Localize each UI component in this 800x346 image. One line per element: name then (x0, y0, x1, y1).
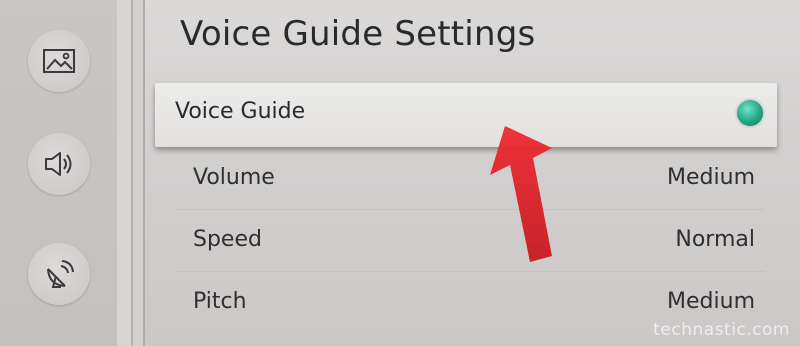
picture-menu-button[interactable] (28, 30, 90, 92)
pitch-value: Medium (667, 289, 755, 314)
broadcast-icon (47, 260, 74, 288)
speed-value: Normal (675, 227, 755, 252)
panel-rail (133, 0, 143, 346)
broadcasting-menu-button[interactable] (28, 243, 90, 305)
watermark: technastic.com (653, 320, 790, 340)
panel-divider (143, 0, 145, 346)
settings-sidebar (0, 0, 117, 346)
volume-value: Medium (667, 165, 755, 190)
sound-menu-button[interactable] (28, 133, 90, 195)
speed-label: Speed (193, 227, 262, 252)
volume-setting-row[interactable]: Volume Medium (175, 147, 765, 210)
pitch-label: Pitch (193, 289, 247, 314)
speed-setting-row[interactable]: Speed Normal (175, 209, 765, 272)
toggle-on-indicator-icon[interactable] (737, 100, 763, 126)
voice-guide-toggle-row[interactable]: Voice Guide (155, 83, 777, 147)
page-title: Voice Guide Settings (180, 14, 536, 54)
sound-icon (45, 152, 72, 176)
panel-rail (117, 0, 131, 346)
picture-icon (43, 49, 75, 73)
volume-label: Volume (193, 165, 275, 190)
voice-guide-label: Voice Guide (175, 99, 306, 124)
